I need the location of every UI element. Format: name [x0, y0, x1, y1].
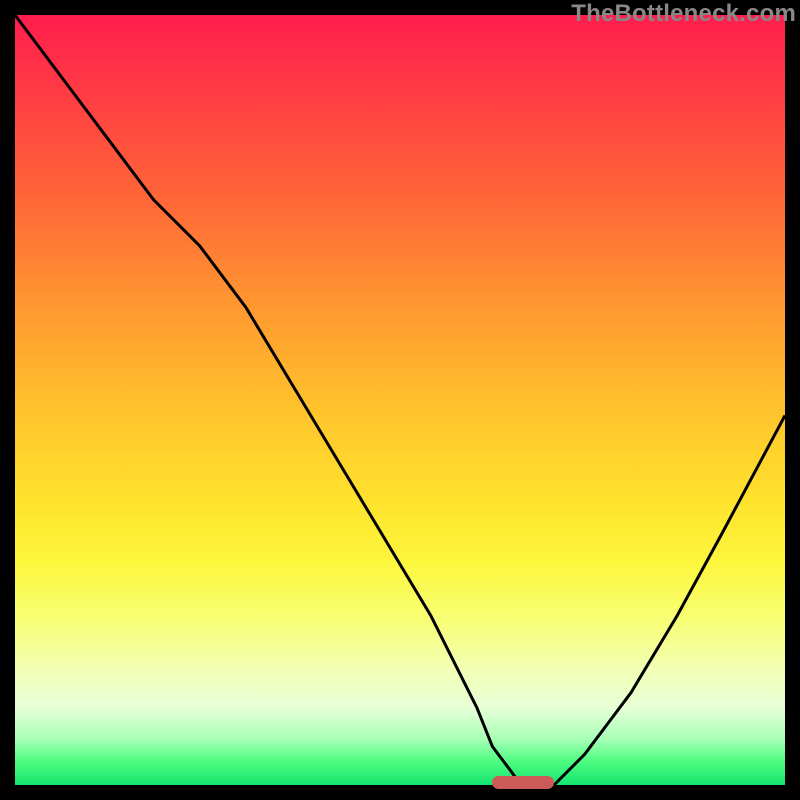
plot-area	[15, 15, 785, 785]
chart-figure: TheBottleneck.com	[0, 0, 800, 800]
optimal-marker	[492, 776, 554, 789]
bottleneck-curve	[15, 15, 785, 785]
curve-layer	[15, 15, 785, 785]
